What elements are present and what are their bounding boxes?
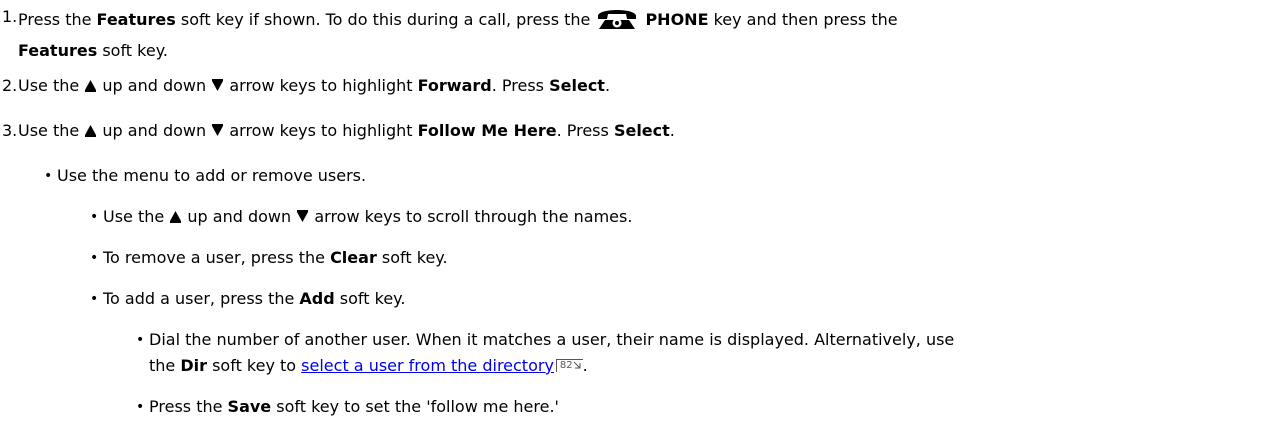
- bullet-text: To add a user, press the: [103, 289, 300, 308]
- step-3: 3. Use the up and down arrow keys to hig…: [0, 118, 1250, 145]
- bullet-text: arrow keys to scroll through the names.: [309, 207, 633, 226]
- step-2: 2. Use the up and down arrow keys to hig…: [0, 73, 1250, 100]
- instructions-page: 1. Press the Features soft key if shown.…: [0, 0, 1278, 446]
- phone-icon: [595, 4, 639, 38]
- bullet-text: soft key to: [207, 356, 302, 375]
- bullet-dot: •: [136, 332, 145, 348]
- down-arrow-icon: [211, 119, 224, 145]
- step-text: up and down: [97, 76, 212, 95]
- follow-me-here-label: Follow Me Here: [417, 121, 557, 140]
- forward-label: Forward: [417, 76, 492, 95]
- step-1: 1. Press the Features soft key if shown.…: [0, 4, 1250, 64]
- down-arrow-icon: [211, 74, 224, 100]
- bullet-text: Use the: [103, 207, 170, 226]
- bullet-text: up and down: [182, 207, 297, 226]
- step-text: Use the: [18, 121, 85, 140]
- step-text: .: [604, 76, 611, 95]
- bullet-text: .: [582, 356, 588, 375]
- step-text: key and then press the: [708, 10, 898, 29]
- step-text: soft key if shown. To do this during a c…: [175, 10, 596, 29]
- bullet-dot: •: [136, 399, 145, 415]
- clear-key-label: Clear: [330, 248, 377, 267]
- step-number: 1.: [2, 7, 18, 26]
- up-arrow-icon: [84, 119, 97, 145]
- step-number: 3.: [2, 121, 18, 140]
- select-key-label: Select: [613, 121, 670, 140]
- directory-link[interactable]: select a user from the directory: [301, 356, 554, 375]
- bullet-text: soft key.: [334, 289, 406, 308]
- down-arrow-icon: [296, 205, 309, 231]
- bullet-text: To remove a user, press the: [103, 248, 331, 267]
- features-key-label: Features: [18, 41, 98, 60]
- select-key-label: Select: [549, 76, 605, 95]
- step-text: Use the: [18, 76, 85, 95]
- bullet-text: Press the: [149, 397, 228, 416]
- add-key-label: Add: [299, 289, 335, 308]
- bullet-text: soft key.: [376, 248, 448, 267]
- step-text: Press the: [18, 10, 97, 29]
- step-text: arrow keys to highlight: [224, 76, 418, 95]
- step-text: arrow keys to highlight: [224, 121, 418, 140]
- step-text: up and down: [97, 121, 212, 140]
- bullet-dot: •: [90, 291, 99, 307]
- bullet-text: Use the menu to add or remove users.: [57, 166, 367, 185]
- bullet-text: soft key to set the 'follow me here.': [271, 397, 559, 416]
- bullet-scroll: • Use the up and down arrow keys to scro…: [90, 204, 632, 231]
- up-arrow-icon: [84, 74, 97, 100]
- phone-key-label: PHONE: [645, 10, 709, 29]
- step-text: soft key.: [97, 41, 168, 60]
- bullet-text: Dial the number of another user. When it…: [149, 330, 955, 349]
- bullet-menu: • Use the menu to add or remove users.: [44, 163, 366, 189]
- bullet-dot: •: [90, 250, 99, 266]
- features-key-label: Features: [96, 10, 176, 29]
- page-reference-number: 82: [559, 360, 573, 371]
- step-text: .: [669, 121, 675, 140]
- page-reference-icon[interactable]: 82: [555, 359, 583, 372]
- bullet-dial: • Dial the number of another user. When …: [136, 327, 1271, 379]
- step-text: . Press: [556, 121, 614, 140]
- dir-key-label: Dir: [180, 356, 207, 375]
- step-number: 2.: [2, 76, 18, 95]
- bullet-save: • Press the Save soft key to set the 'fo…: [136, 394, 559, 420]
- save-key-label: Save: [227, 397, 272, 416]
- bullet-remove: • To remove a user, press the Clear soft…: [90, 245, 448, 271]
- bullet-dot: •: [44, 168, 53, 184]
- bullet-dot: •: [90, 209, 99, 225]
- step-text: . Press: [491, 76, 550, 95]
- bullet-add: • To add a user, press the Add soft key.: [90, 286, 405, 312]
- up-arrow-icon: [169, 205, 182, 231]
- bullet-text: the: [149, 356, 181, 375]
